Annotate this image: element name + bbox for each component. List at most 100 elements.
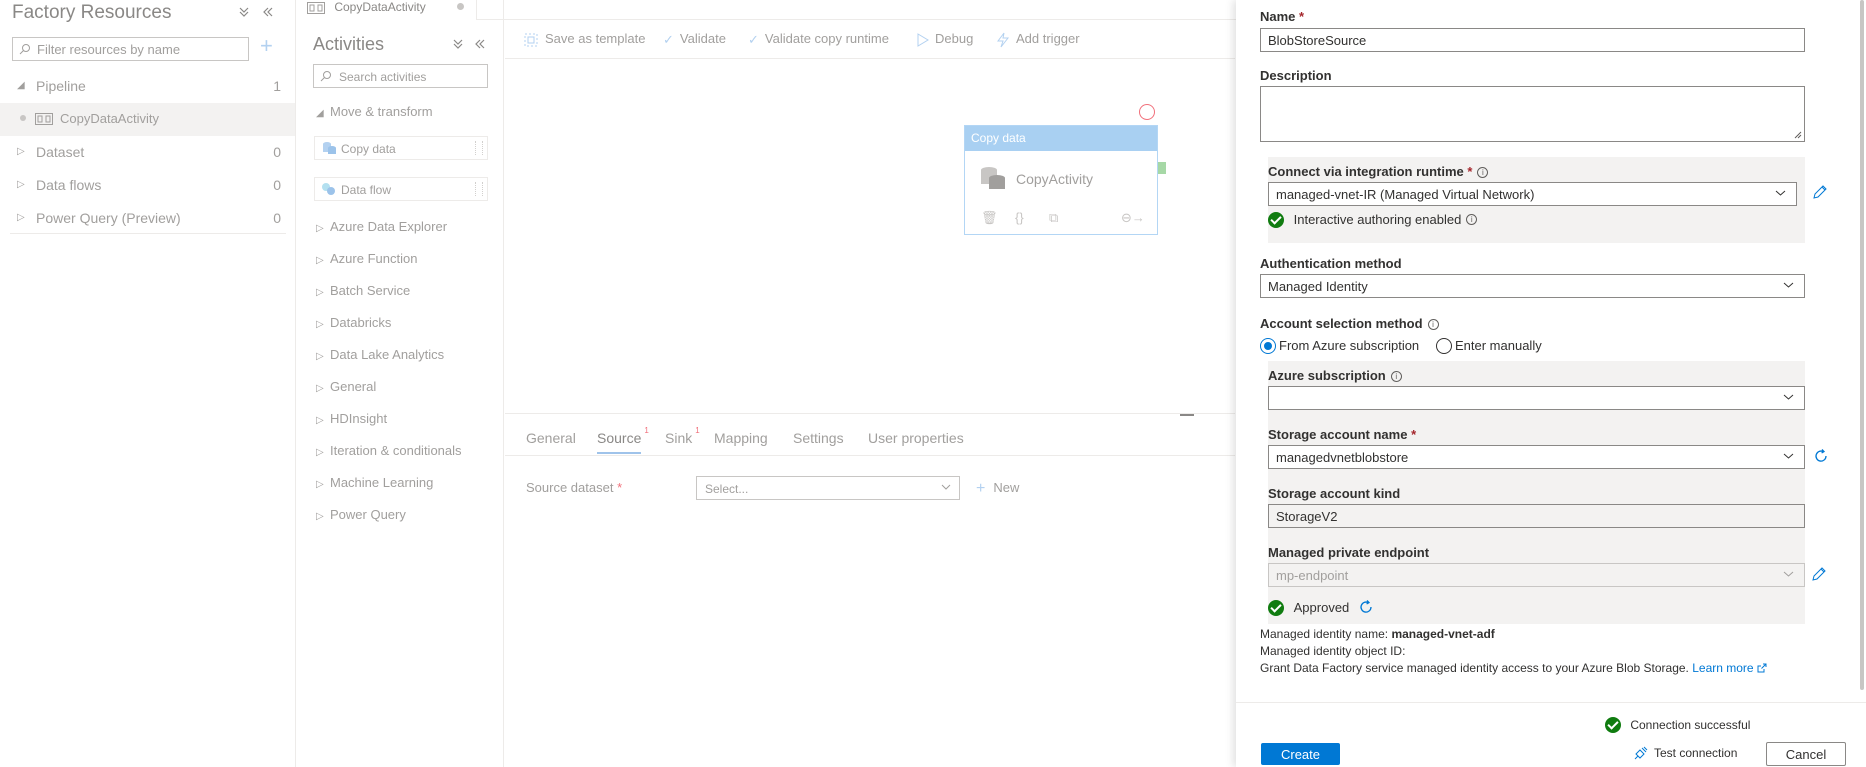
delete-icon[interactable]: 🗑 (981, 210, 998, 226)
managed-private-endpoint-select[interactable]: mp-endpoint (1268, 563, 1805, 587)
filter-resources-input[interactable]: Filter resources by name (12, 37, 249, 61)
group-azure-data-explorer[interactable]: ▷ Azure Data Explorer (316, 219, 447, 234)
save-as-template-button[interactable]: Save as template (523, 31, 645, 48)
lightning-icon (996, 32, 1010, 48)
storage-account-name-select[interactable]: managedvnetblobstore (1268, 445, 1805, 469)
radio-unselected-icon (1436, 337, 1452, 354)
template-icon (523, 32, 539, 48)
activity-label: Copy data (341, 142, 396, 156)
tab-settings[interactable]: Settings (793, 430, 844, 446)
refresh-icon[interactable] (1813, 448, 1829, 464)
edit-pencil-icon[interactable] (1812, 184, 1828, 200)
group-hdinsight[interactable]: ▷ HDInsight (316, 411, 387, 426)
tree-item-data-flows[interactable]: ▷ Data flows 0 (0, 169, 295, 202)
description-textarea[interactable] (1260, 86, 1805, 142)
plus-icon: + (976, 480, 986, 497)
interactive-authoring-status: Interactive authoring enabled i (1268, 211, 1478, 228)
search-placeholder: Search activities (339, 70, 427, 84)
info-icon[interactable]: i (1466, 214, 1478, 225)
validate-button[interactable]: ✓ Validate (663, 31, 726, 48)
chevron-down-icon (1783, 394, 1794, 400)
create-button[interactable]: Create (1261, 743, 1340, 765)
info-icon[interactable]: i (1427, 319, 1439, 330)
radio-from-azure-subscription[interactable]: From Azure subscription (1260, 337, 1419, 354)
select-placeholder: Select... (705, 482, 749, 496)
validate-copy-runtime-button[interactable]: ✓ Validate copy runtime (748, 31, 889, 48)
group-move-transform[interactable]: ◢ Move & transform (316, 104, 433, 119)
tab-sink[interactable]: Sink 1 (665, 426, 700, 446)
test-connection-button[interactable]: Test connection (1634, 745, 1737, 760)
collapse-pane-icon[interactable] (262, 6, 274, 18)
group-azure-function[interactable]: ▷ Azure Function (316, 251, 417, 266)
tab-user-properties[interactable]: User properties (868, 430, 964, 446)
integration-runtime-select[interactable]: managed-vnet-IR (Managed Virtual Network… (1268, 182, 1797, 206)
name-label: Name * (1260, 9, 1304, 24)
group-power-query[interactable]: ▷ Power Query (316, 507, 406, 522)
collapse-all-icon[interactable] (238, 6, 250, 18)
learn-more-link[interactable]: Learn more (1692, 661, 1767, 675)
caret-right-icon: ▷ (17, 179, 25, 190)
node-header: Copy data (965, 126, 1157, 151)
name-input[interactable]: BlobStoreSource (1260, 28, 1805, 52)
tab-mapping[interactable]: Mapping (714, 430, 768, 446)
azure-subscription-select[interactable] (1268, 386, 1805, 410)
caret-right-icon: ▷ (316, 319, 324, 330)
drag-handle-icon[interactable] (475, 182, 483, 196)
required-marker: * (1411, 427, 1417, 442)
caret-right-icon: ▷ (316, 383, 324, 394)
grant-access-text: Grant Data Factory service managed ident… (1260, 661, 1767, 675)
caret-down-icon: ◢ (316, 108, 324, 119)
status-text: Interactive authoring enabled (1293, 212, 1462, 228)
resize-grip-icon[interactable] (1794, 131, 1802, 139)
authentication-method-select[interactable]: Managed Identity (1260, 274, 1805, 298)
play-icon (917, 32, 929, 47)
activity-data-flow[interactable]: Data flow (314, 177, 488, 201)
tree-item-pipeline[interactable]: ◢ Pipeline 1 (0, 70, 295, 103)
tab-label: Mapping (714, 430, 768, 446)
group-machine-learning[interactable]: ▷ Machine Learning (316, 475, 433, 490)
collapse-all-icon[interactable] (452, 38, 464, 50)
tab-label: User properties (868, 430, 964, 446)
copy-activity-node[interactable]: Copy data CopyActivity 🗑 {} ⧉ ⊖→ (964, 125, 1158, 235)
label-text: Source dataset (526, 480, 614, 495)
caret-right-icon: ▷ (17, 212, 25, 223)
tab-general[interactable]: General (526, 430, 576, 446)
info-icon[interactable]: i (1477, 167, 1489, 178)
group-iteration-conditionals[interactable]: ▷ Iteration & conditionals (316, 443, 462, 458)
debug-button[interactable]: Debug (917, 31, 973, 47)
group-batch-service[interactable]: ▷ Batch Service (316, 283, 410, 298)
tab-source[interactable]: Source 1 (597, 426, 649, 446)
radio-enter-manually[interactable]: Enter manually (1436, 337, 1542, 354)
drag-handle-icon[interactable] (475, 141, 483, 155)
group-data-lake-analytics[interactable]: ▷ Data Lake Analytics (316, 347, 444, 362)
edit-pencil-icon[interactable] (1811, 566, 1827, 582)
clone-icon[interactable]: ⧉ (1049, 210, 1058, 226)
refresh-icon[interactable] (1358, 599, 1374, 615)
group-databricks[interactable]: ▷ Databricks (316, 315, 391, 330)
search-activities-input[interactable]: Search activities (313, 64, 488, 88)
group-general[interactable]: ▷ General (316, 379, 376, 394)
info-icon[interactable]: i (1390, 371, 1402, 382)
factory-resources-title: Factory Resources (12, 2, 172, 23)
status-text: Connection successful (1630, 718, 1751, 732)
tree-item-dataset[interactable]: ▷ Dataset 0 (0, 136, 295, 169)
tree-item-power-query[interactable]: ▷ Power Query (Preview) 0 (0, 202, 295, 235)
success-port-icon[interactable] (1158, 162, 1166, 174)
code-icon[interactable]: {} (1015, 210, 1024, 225)
cancel-button[interactable]: Cancel (1766, 742, 1846, 766)
panel-scrollbar[interactable] (1860, 0, 1864, 690)
output-icon[interactable]: ⊖→ (1121, 210, 1145, 226)
new-dataset-button[interactable]: + New (976, 480, 1019, 498)
activity-copy-data[interactable]: Copy data (314, 136, 488, 160)
minimize-icon[interactable] (1180, 414, 1194, 416)
checkmark-icon: ✓ (663, 31, 674, 47)
source-dataset-select[interactable]: Select... (696, 476, 960, 500)
label-text: Account selection method (1260, 316, 1423, 331)
radio-selected-icon (1260, 337, 1276, 354)
add-trigger-button[interactable]: Add trigger (996, 31, 1080, 48)
tree-item-copydataactivity[interactable]: CopyDataActivity (0, 103, 295, 136)
add-resource-button[interactable]: + (260, 35, 273, 57)
group-label: Power Query (330, 507, 406, 522)
group-label: General (330, 379, 377, 394)
collapse-pane-icon[interactable] (474, 38, 486, 50)
